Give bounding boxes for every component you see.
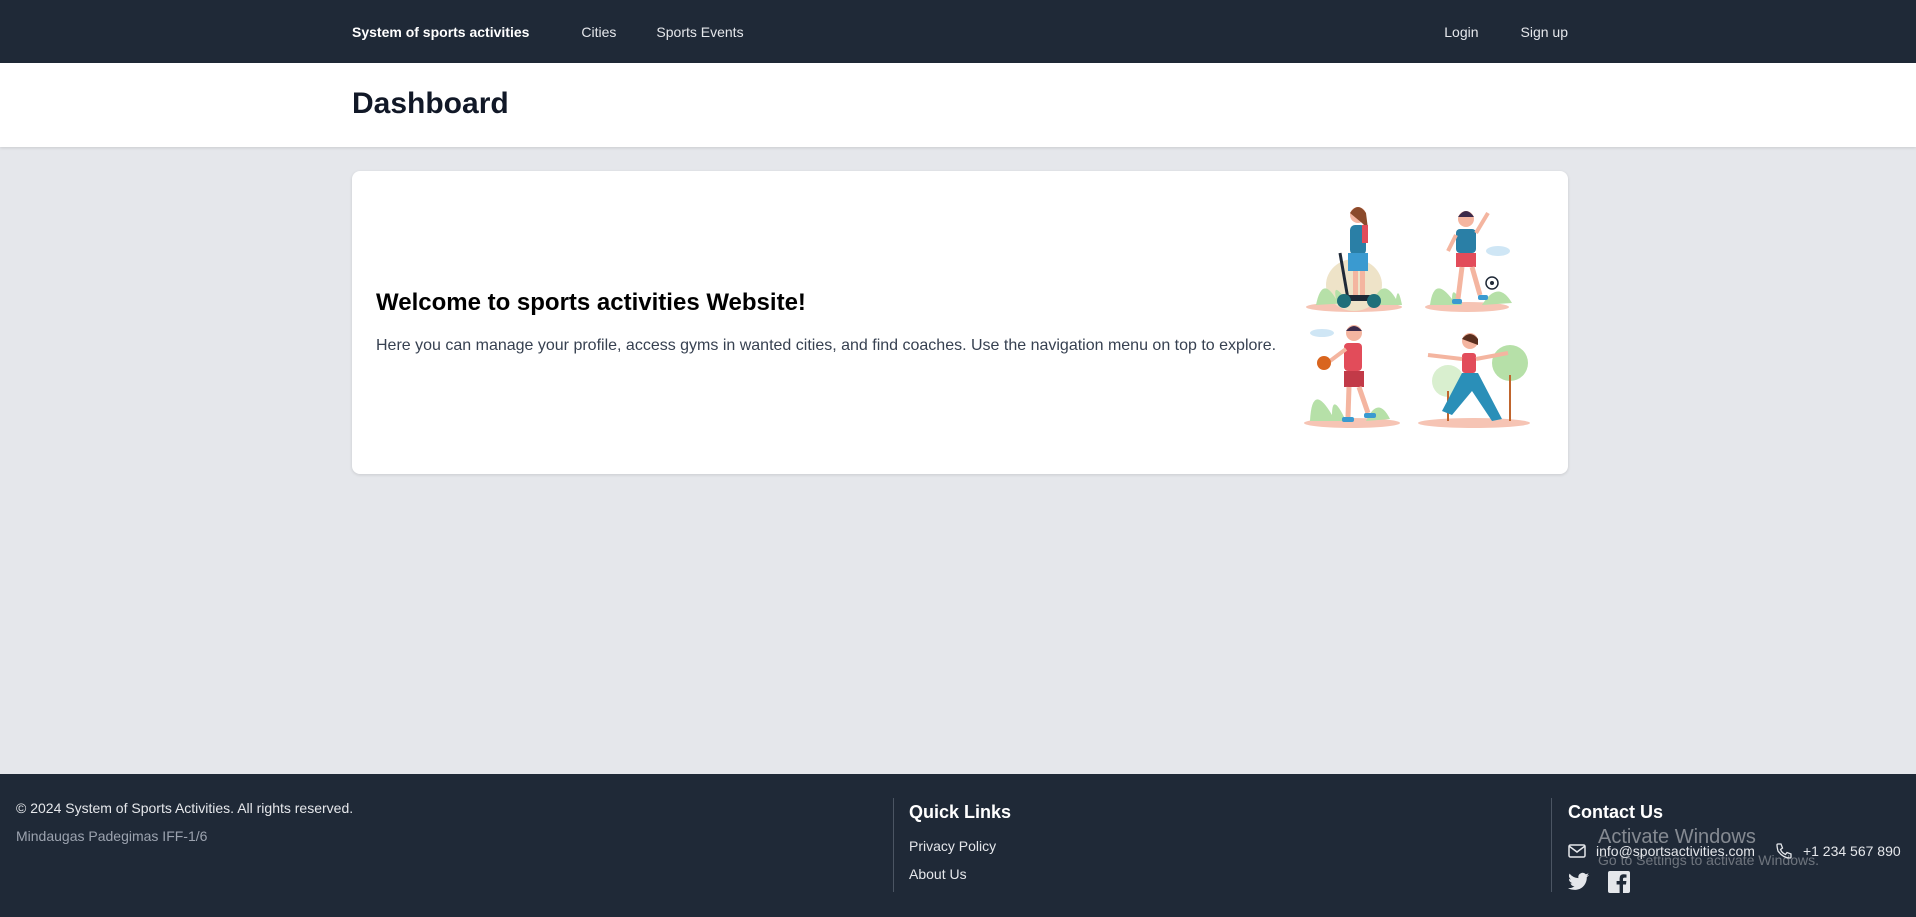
- social-links: [1568, 871, 1630, 893]
- nav-link-sports-events[interactable]: Sports Events: [656, 24, 743, 40]
- mail-icon: [1568, 844, 1586, 858]
- contact-row: info@sportsactivities.com +1 234 567 890: [1568, 842, 1901, 860]
- welcome-title: Welcome to sports activities Website!: [376, 289, 806, 316]
- segway-rider-figure: [1306, 207, 1402, 312]
- quick-links-heading: Quick Links: [909, 802, 1012, 822]
- signup-link[interactable]: Sign up: [1521, 24, 1568, 40]
- navbar: System of sports activities Cities Sport…: [0, 0, 1916, 63]
- privacy-policy-link[interactable]: Privacy Policy: [909, 838, 996, 854]
- contact-heading: Contact Us: [1568, 802, 1664, 822]
- welcome-text: Welcome to sports activities Website! He…: [376, 289, 1296, 355]
- welcome-description: Here you can manage your profile, access…: [376, 337, 1277, 354]
- nav-auth: Login Sign up: [1402, 24, 1568, 40]
- welcome-card: Welcome to sports activities Website! He…: [352, 171, 1568, 474]
- sports-illustration: [1304, 207, 1530, 428]
- brand-link[interactable]: System of sports activities: [352, 24, 529, 40]
- about-us-link[interactable]: About Us: [909, 866, 967, 882]
- yoga-woman-figure: [1418, 333, 1530, 428]
- footer-divider-quick-links: [893, 798, 894, 892]
- page-title: Dashboard: [352, 87, 509, 120]
- basketball-player-figure: [1304, 325, 1400, 428]
- footer-divider-contact: [1551, 798, 1552, 892]
- phone-icon: [1776, 843, 1792, 859]
- nav-link-cities[interactable]: Cities: [581, 24, 616, 40]
- footer-copyright: © 2024 System of Sports Activities. All …: [16, 800, 354, 816]
- twitter-icon[interactable]: [1568, 872, 1590, 892]
- page-header: Dashboard: [0, 63, 1916, 147]
- footer-author: Mindaugas Padegimas IFF-1/6: [16, 828, 208, 844]
- soccer-player-figure: [1425, 211, 1512, 312]
- contact-email[interactable]: info@sportsactivities.com: [1596, 843, 1755, 859]
- facebook-icon[interactable]: [1608, 871, 1630, 893]
- footer: © 2024 System of Sports Activities. All …: [0, 774, 1916, 917]
- navbar-inner: System of sports activities Cities Sport…: [352, 0, 1568, 63]
- login-link[interactable]: Login: [1444, 24, 1478, 40]
- contact-phone[interactable]: +1 234 567 890: [1803, 843, 1901, 859]
